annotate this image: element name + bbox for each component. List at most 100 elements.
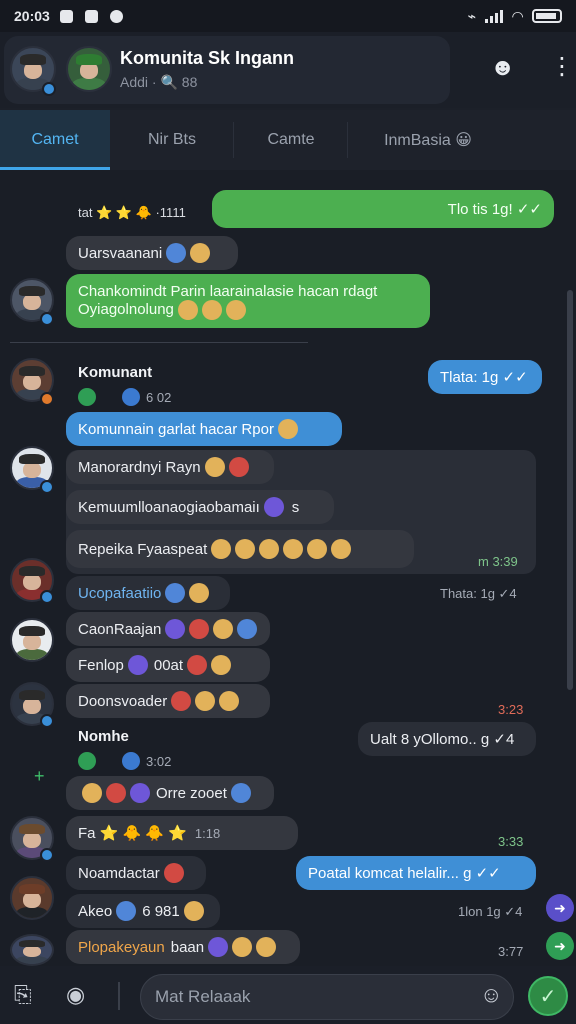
emoji-icon bbox=[189, 619, 210, 639]
send-button[interactable]: ✓ bbox=[528, 976, 568, 1016]
avatar-hat bbox=[75, 53, 103, 65]
incoming-message[interactable]: Kemuumlloanaogiaobamaiı s bbox=[66, 490, 334, 524]
message-suffix: s bbox=[291, 498, 300, 516]
sender-avatar[interactable] bbox=[10, 934, 54, 966]
emoji-icon bbox=[130, 783, 150, 803]
square-icon bbox=[84, 9, 98, 23]
forward-icon[interactable]: ➜ bbox=[546, 932, 574, 960]
emoji-icon bbox=[237, 619, 258, 639]
camera-icon[interactable]: ◉ bbox=[66, 982, 85, 1008]
emoji-icon bbox=[163, 863, 184, 883]
emoji-icon bbox=[331, 539, 352, 559]
incoming-message[interactable]: Doonsvoader bbox=[66, 684, 270, 718]
emoji-icon bbox=[165, 619, 186, 639]
emoji-icon[interactable]: ☺ bbox=[480, 982, 502, 1008]
more-vert-icon[interactable]: ⋮ bbox=[550, 52, 574, 81]
emoji-icon bbox=[171, 691, 192, 711]
outgoing-message[interactable]: Tlata: 1g ✓✓ bbox=[428, 360, 542, 394]
emoji-icon bbox=[204, 457, 225, 477]
message-text: CaonRaajan bbox=[78, 620, 162, 638]
message-text: 6 981 bbox=[142, 902, 180, 920]
emoji-icon bbox=[201, 299, 222, 320]
avatar-hat bbox=[19, 625, 45, 636]
verified-badge-icon bbox=[42, 82, 56, 96]
emoji-icon bbox=[256, 937, 277, 957]
emoji-icon bbox=[165, 583, 186, 603]
avatar-face bbox=[23, 945, 41, 957]
emoji-icon bbox=[263, 497, 284, 517]
incoming-message[interactable]: Akeo 6 981 bbox=[66, 894, 220, 928]
forward-icon[interactable]: ➜ bbox=[546, 894, 574, 922]
message-text: Chankomindt Parin laarainalasie hacan rd… bbox=[78, 282, 378, 300]
incoming-message[interactable]: Manorardnyi Rayn bbox=[66, 450, 274, 484]
message-time: m 3:39 bbox=[478, 554, 518, 569]
message-list[interactable]: tat ⭐ ⭐ 🐥 ·1111 Tlo tis 1g! ✓✓ Uarsvaana… bbox=[0, 170, 576, 966]
sender-avatar[interactable] bbox=[10, 618, 54, 662]
incoming-message[interactable]: Chankomindt Parin laarainalasie hacan rd… bbox=[66, 274, 430, 328]
avatar-hat bbox=[19, 365, 45, 376]
avatar-face bbox=[23, 573, 41, 590]
outgoing-message[interactable]: Poatal komcat helalir... g ✓✓ bbox=[296, 856, 536, 890]
tab-bar: Camet Nir Bts Camte InmBasia 😀 bbox=[0, 110, 576, 170]
tab-camte[interactable]: Camte bbox=[234, 110, 348, 170]
add-icon[interactable]: + bbox=[34, 766, 45, 787]
tab-inmbasia[interactable]: InmBasia 😀 bbox=[348, 110, 508, 170]
sender-avatar[interactable] bbox=[10, 876, 54, 920]
incoming-message[interactable]: Uarsvaanani bbox=[66, 236, 238, 270]
emoji-icon bbox=[116, 901, 137, 921]
message-text: Ualt 8 yOllomo.. g ✓4 bbox=[370, 731, 515, 748]
outgoing-message[interactable]: Ualt 8 yOllomo.. g ✓4 bbox=[358, 722, 536, 756]
avatar-hat bbox=[19, 53, 47, 65]
tab-camet[interactable]: Camet bbox=[0, 110, 110, 170]
composer-bar: ⎘ ◉ Mat Relaaak ☺ ✓ bbox=[0, 966, 576, 1024]
avatar-face bbox=[23, 891, 41, 908]
group-avatar-2[interactable] bbox=[66, 46, 112, 92]
group-icon[interactable]: ☻ bbox=[490, 54, 515, 82]
emoji-icon bbox=[225, 299, 246, 320]
tab-nir-bts[interactable]: Nir Bts bbox=[110, 110, 234, 170]
emoji-icon bbox=[307, 539, 328, 559]
emoji-icon bbox=[235, 539, 256, 559]
message-meta: tat ⭐ ⭐ 🐥 ·1111 bbox=[78, 205, 186, 220]
message-text: Oyiagolnolung bbox=[78, 300, 174, 318]
emoji-icon bbox=[195, 691, 216, 711]
avatar-body bbox=[16, 906, 48, 918]
avatar-hat bbox=[19, 285, 45, 296]
blue-status-icon bbox=[122, 388, 140, 406]
incoming-message[interactable]: CaonRaajan bbox=[66, 612, 270, 646]
emoji-icon bbox=[232, 937, 253, 957]
incoming-message[interactable]: Plopakeyaun baan bbox=[66, 930, 300, 964]
tab-label: InmBasia 😀 bbox=[384, 132, 472, 149]
message-text: Orre zooet bbox=[156, 784, 227, 802]
scrollbar[interactable] bbox=[567, 290, 573, 690]
verified-badge-icon bbox=[40, 590, 54, 604]
chat-title: Komunita Sk Ingann bbox=[120, 48, 295, 68]
incoming-message[interactable]: Noamdactar bbox=[66, 856, 206, 890]
outgoing-message[interactable]: Tlo tis 1g! ✓✓ bbox=[212, 190, 554, 228]
message-input[interactable]: Mat Relaaak bbox=[140, 974, 514, 1020]
battery-icon bbox=[532, 9, 562, 23]
incoming-message[interactable]: Fa ⭐ 🐥 🐥 ⭐ 1:18 bbox=[66, 816, 298, 850]
message-text: Uarsvaanani bbox=[78, 244, 163, 262]
clock: 20:03 bbox=[14, 8, 50, 24]
emoji-icon bbox=[208, 937, 229, 957]
message-text: Repeika Fyaaspeat bbox=[78, 540, 208, 558]
message-text: 00at bbox=[153, 656, 184, 674]
incoming-message[interactable]: Orre zooet bbox=[66, 776, 274, 810]
chat-header: Komunita Sk Ingann Addi · 🔍 88 ☻ ⋮ bbox=[0, 32, 576, 108]
avatar-face bbox=[23, 62, 43, 80]
verified-badge-icon bbox=[40, 312, 54, 326]
verified-badge-icon bbox=[40, 480, 54, 494]
message-text: Kemuumlloanaogiaobamaiı bbox=[78, 498, 260, 516]
attach-icon[interactable]: ⎘ bbox=[14, 982, 32, 1008]
avatar-hat bbox=[19, 823, 45, 834]
message-meta: 1:18 bbox=[194, 825, 221, 841]
chat-subtitle: Addi · 🔍 88 bbox=[120, 74, 198, 90]
incoming-message[interactable]: Komunnain garlat hacar Rpor bbox=[66, 412, 342, 446]
incoming-message[interactable]: Fenlop 00at bbox=[66, 648, 270, 682]
tab-label: Nir Bts bbox=[148, 131, 196, 148]
message-meta: 3:02 bbox=[146, 754, 172, 769]
incoming-message[interactable]: Ucopafaatiio bbox=[66, 576, 230, 610]
message-text: Komunnain garlat hacar Rpor bbox=[78, 420, 274, 438]
incoming-message[interactable]: Repeika Fyaaspeat bbox=[66, 530, 414, 568]
